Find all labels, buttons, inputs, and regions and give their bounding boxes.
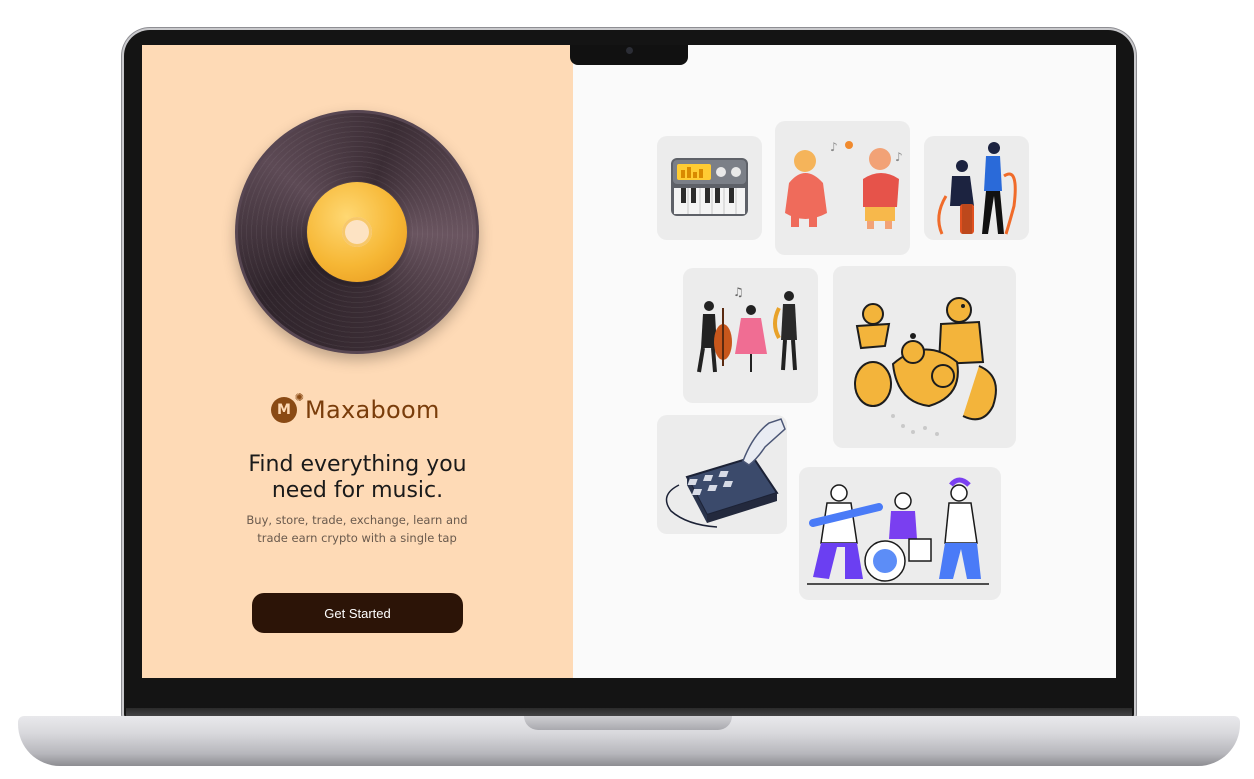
- camera-icon: [626, 47, 633, 54]
- svg-text:♫: ♫: [733, 285, 744, 299]
- brand-name: Maxaboom: [305, 396, 440, 424]
- headline: Find everything you need for music.: [142, 452, 573, 504]
- brass-band-illustration: [833, 266, 1016, 448]
- laptop-thumb-notch: [524, 716, 732, 730]
- subtitle-line-2: trade earn crypto with a single tap: [257, 531, 457, 545]
- screen: M Maxaboom Find everything you need for …: [142, 45, 1116, 678]
- brand-logo: M Maxaboom: [271, 391, 440, 425]
- vinyl-label: [307, 182, 407, 282]
- singers-illustration: ♪ ♪: [775, 121, 910, 255]
- subtitle: Buy, store, trade, exchange, learn and t…: [232, 511, 482, 547]
- headline-line-2: need for music.: [271, 478, 444, 503]
- subtitle-line-1: Buy, store, trade, exchange, learn and: [246, 513, 468, 527]
- svg-text:♪: ♪: [895, 150, 903, 164]
- svg-text:♪: ♪: [830, 140, 838, 154]
- vinyl-hole: [342, 217, 372, 247]
- get-started-button[interactable]: Get Started: [252, 593, 463, 633]
- drum-machine-illustration: [657, 415, 787, 534]
- vinyl-record-icon: [235, 110, 479, 354]
- rock-band-illustration: [799, 467, 1001, 600]
- headline-line-1: Find everything you: [248, 452, 467, 477]
- orchestra-trio-illustration: ♫: [683, 268, 818, 403]
- brand-mark-icon: M: [271, 391, 304, 423]
- drummer-dancer-illustration: [924, 136, 1029, 240]
- synthesizer-icon: [657, 136, 762, 240]
- illustration-gallery: ♪ ♪ ♫: [573, 45, 1116, 678]
- onboarding-panel: M Maxaboom Find everything you need for …: [142, 45, 573, 678]
